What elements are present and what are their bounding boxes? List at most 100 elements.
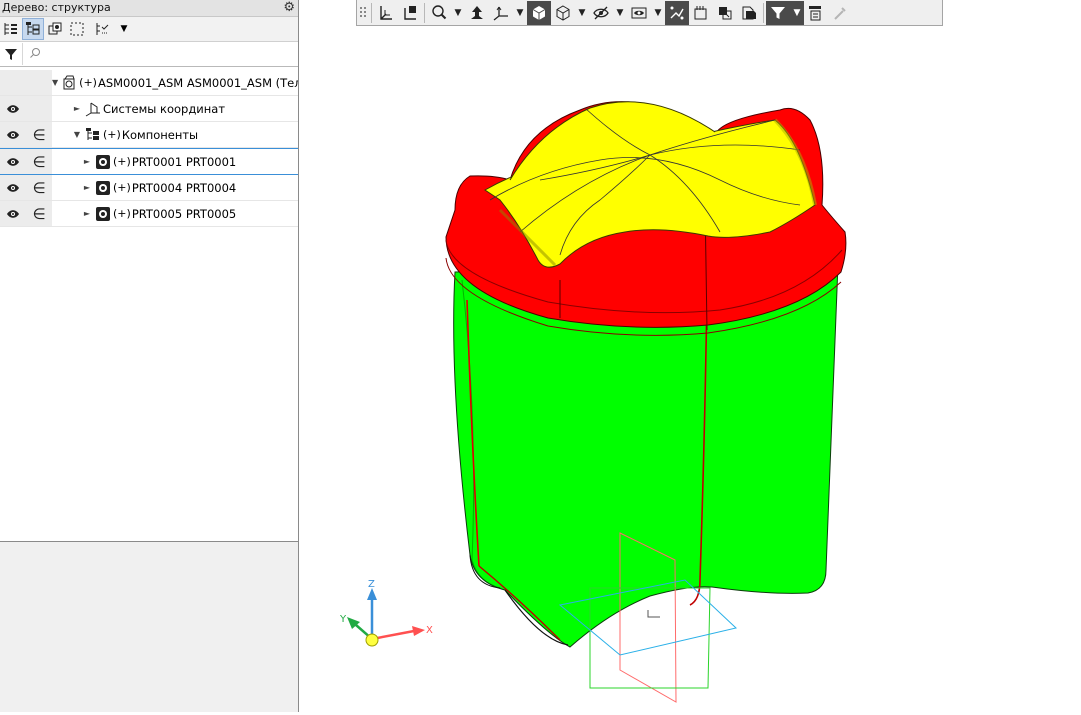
panel-title-bar: Дерево: структура ⚙: [0, 0, 298, 17]
normal-to-button[interactable]: [398, 1, 422, 25]
filter-icon: [771, 6, 785, 19]
part-icon: [95, 154, 111, 170]
stack-button[interactable]: [737, 1, 761, 25]
eyedropper-button[interactable]: [828, 1, 852, 25]
coordinate-triad-icon: [347, 588, 425, 647]
expand-arrow-icon[interactable]: ►: [82, 157, 92, 166]
eye-icon[interactable]: [0, 122, 26, 147]
part-icon: [95, 180, 111, 196]
stack-icon: [742, 6, 756, 19]
tree-item-label: Системы координат: [103, 101, 226, 116]
model-viewport[interactable]: Z X Y: [299, 26, 1081, 712]
orient-arrow-icon: [471, 5, 483, 19]
assembly-icon: [61, 75, 77, 91]
axis-view-button[interactable]: [489, 1, 513, 25]
toolbar-grip-icon[interactable]: [357, 1, 369, 25]
view-toolbar: ▼ ▼ ▼ ▼ ▼ ▼: [356, 0, 943, 26]
trash-bin-model[interactable]: Z X Y: [299, 26, 1081, 712]
tree-filter-input[interactable]: [43, 43, 298, 65]
tree-row-part[interactable]: ∈ ► (+) PRT0005 PRT0005: [0, 201, 298, 227]
include-icon[interactable]: ∈: [26, 175, 52, 200]
plus-marker-icon: (+): [103, 128, 121, 141]
properties-icon: [809, 5, 821, 20]
axis-icon: [493, 6, 508, 21]
tree-item-label: ASM0001_ASM ASM0001_ASM (Тел-: [97, 75, 298, 90]
section-button[interactable]: [689, 1, 713, 25]
plus-marker-icon: (+): [113, 155, 131, 168]
y-axis-label: Y: [339, 614, 347, 625]
display-eye-icon: [631, 7, 647, 18]
collapse-arrow-icon[interactable]: ▼: [72, 130, 82, 139]
chevron-down-icon[interactable]: ▼: [651, 1, 665, 25]
gear-icon[interactable]: ⚙: [283, 0, 295, 16]
tree-row-part[interactable]: ∈ ► (+) PRT0001 PRT0001: [0, 149, 298, 175]
tree-row-part[interactable]: ∈ ► (+) PRT0004 PRT0004: [0, 175, 298, 201]
expand-arrow-icon[interactable]: ►: [82, 183, 92, 192]
tree-item-label: PRT0005 PRT0005: [131, 206, 237, 221]
normal-view-icon: [404, 5, 416, 20]
layers-icon: [719, 6, 732, 19]
tree-components-button[interactable]: [44, 18, 66, 40]
tree-row-assembly[interactable]: ▼ (+) ASM0001_ASM ASM0001_ASM (Тел-: [0, 70, 298, 96]
expand-arrow-icon[interactable]: ►: [72, 104, 82, 113]
chevron-down-icon[interactable]: ▼: [451, 1, 465, 25]
panel-empty-area: [0, 542, 299, 712]
include-icon[interactable]: ∈: [26, 122, 52, 147]
tree-item-label: PRT0001 PRT0001: [131, 154, 237, 169]
z-axis-label: Z: [368, 579, 375, 590]
chevron-down-icon[interactable]: ▼: [575, 1, 589, 25]
plus-marker-icon: (+): [79, 76, 97, 89]
tree-item-label: Компоненты: [121, 127, 199, 142]
plus-marker-icon: (+): [113, 207, 131, 220]
eyedropper-icon: [834, 6, 846, 20]
hide-button[interactable]: [589, 1, 613, 25]
eye-icon[interactable]: [0, 175, 26, 200]
panel-title: Дерево: структура: [2, 1, 111, 14]
tree-columns-icon: [96, 23, 109, 35]
zoom-icon: [432, 4, 447, 19]
search-icon: [29, 47, 43, 62]
components-cube-icon: [48, 22, 62, 35]
plane-view-icon: [380, 5, 392, 20]
sketch-display-button[interactable]: [665, 0, 689, 25]
selection-filter-button[interactable]: [766, 0, 790, 25]
orient-button[interactable]: [465, 1, 489, 25]
include-icon[interactable]: ∈: [26, 201, 52, 226]
tree-mode-structure-button[interactable]: [22, 18, 44, 40]
part-icon: [95, 206, 111, 222]
sketch-icon: [670, 6, 684, 19]
display-button[interactable]: [627, 1, 651, 25]
tree-flat-icon: [4, 23, 17, 35]
components-icon: [85, 127, 101, 143]
eye-icon[interactable]: [0, 96, 26, 121]
shaded-cube-icon: [532, 5, 546, 20]
chevron-down-icon[interactable]: ▼: [790, 0, 804, 25]
section-icon: [694, 5, 707, 19]
tree-item-label: PRT0004 PRT0004: [131, 180, 237, 195]
model-tree-panel: Дерево: структура ⚙ ▼ ▼ (+) ASM0001_ASM …: [0, 0, 299, 542]
collapse-arrow-icon[interactable]: ▼: [52, 78, 58, 87]
selection-box-icon: [70, 22, 84, 36]
properties-button[interactable]: [804, 1, 828, 25]
chevron-down-icon[interactable]: ▼: [513, 1, 527, 25]
eye-icon[interactable]: [0, 201, 26, 226]
hide-eye-icon: [593, 6, 609, 19]
tree-mode-flat-button[interactable]: [0, 18, 22, 40]
layers-button[interactable]: [713, 1, 737, 25]
x-axis-label: X: [426, 625, 433, 636]
filter-icon[interactable]: [0, 43, 23, 65]
chevron-down-icon[interactable]: ▼: [613, 1, 627, 25]
plus-marker-icon: (+): [113, 181, 131, 194]
wireframe-mode-button[interactable]: [551, 1, 575, 25]
expand-arrow-icon[interactable]: ►: [82, 209, 92, 218]
chevron-down-icon[interactable]: ▼: [118, 18, 130, 40]
include-icon[interactable]: ∈: [26, 149, 52, 174]
zoom-button[interactable]: [427, 1, 451, 25]
shaded-mode-button[interactable]: [527, 0, 551, 25]
tree-row-components[interactable]: ∈ ▼ (+) Компоненты: [0, 122, 298, 148]
tree-row-coordinate-systems[interactable]: ► Системы координат: [0, 96, 298, 122]
tree-select-button[interactable]: [66, 18, 88, 40]
eye-icon[interactable]: [0, 149, 26, 174]
tree-columns-button[interactable]: [88, 18, 118, 40]
coordinate-plane-button[interactable]: [374, 1, 398, 25]
